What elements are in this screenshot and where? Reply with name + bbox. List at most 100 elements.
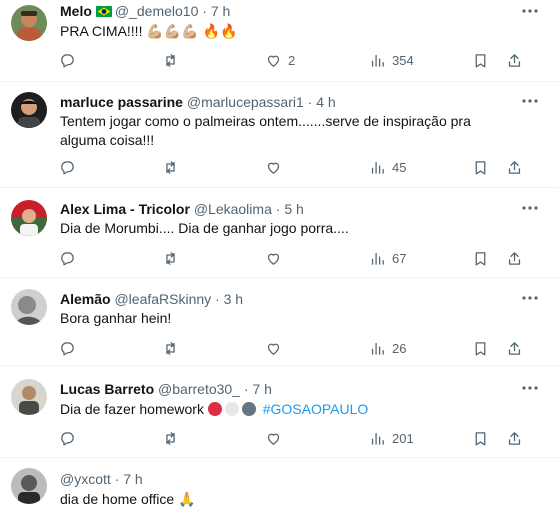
tweet-header: @yxcott · 7 h: [60, 471, 143, 488]
bookmark-button[interactable]: [472, 248, 489, 268]
views-button[interactable]: 45: [369, 157, 406, 177]
tweet[interactable]: @yxcott · 7 h dia de home office 🙏: [0, 458, 558, 510]
like-button[interactable]: [265, 248, 288, 268]
views-button[interactable]: 201: [369, 428, 414, 448]
display-name[interactable]: Melo: [60, 3, 92, 19]
views-count: 354: [392, 52, 414, 68]
reply-button[interactable]: [59, 157, 82, 177]
hashtag-link[interactable]: #GOSAOPAULO: [263, 401, 369, 417]
share-icon: [508, 341, 521, 355]
action-bar: 201: [55, 428, 535, 448]
share-icon: [508, 53, 521, 67]
more-icon[interactable]: [520, 4, 540, 18]
action-bar: 45: [55, 157, 535, 177]
brazil-flag-icon: [95, 4, 112, 21]
reply-button[interactable]: [59, 428, 82, 448]
views-count: 26: [392, 340, 407, 356]
display-name[interactable]: Alemão: [60, 291, 111, 307]
reply-button[interactable]: [59, 248, 82, 268]
tweet-header: Alemão @leafaRSkinny · 3 h: [60, 291, 243, 308]
share-button[interactable]: [506, 50, 523, 70]
views-button[interactable]: 354: [369, 50, 414, 70]
action-bar: 2 354: [55, 50, 535, 70]
tweet[interactable]: Alex Lima - Tricolor @Lekaolima · 5 h Di…: [0, 188, 558, 278]
retweet-button[interactable]: [162, 338, 185, 358]
black-circle-emoji: [241, 402, 256, 416]
tweet[interactable]: marluce passarine @marlucepassari1 · 4 h…: [0, 82, 558, 188]
bookmark-button[interactable]: [472, 338, 489, 358]
avatar[interactable]: [11, 379, 47, 415]
timestamp[interactable]: 4 h: [316, 94, 335, 110]
tweet-text: PRA CIMA!!!! 💪🏼💪🏼💪🏼 🔥🔥: [60, 23, 238, 39]
white-circle-emoji: [224, 402, 239, 416]
views-button[interactable]: 26: [369, 338, 406, 358]
like-button[interactable]: [265, 428, 288, 448]
more-icon[interactable]: [520, 291, 540, 305]
views-count: 201: [392, 430, 414, 446]
retweet-icon: [166, 160, 175, 174]
timestamp[interactable]: 3 h: [224, 291, 243, 307]
retweet-button[interactable]: [162, 157, 185, 177]
separator: ·: [202, 3, 207, 19]
reply-icon: [61, 251, 74, 266]
handle[interactable]: @barreto30_: [158, 381, 240, 397]
like-button[interactable]: [265, 338, 288, 358]
separator: ·: [114, 471, 120, 487]
bookmark-button[interactable]: [472, 50, 489, 70]
timestamp[interactable]: 5 h: [284, 201, 303, 217]
avatar[interactable]: [11, 200, 47, 236]
share-icon: [508, 251, 521, 265]
reply-button[interactable]: [59, 50, 82, 70]
tweet-text: Bora ganhar hein!: [60, 310, 172, 326]
views-button[interactable]: 67: [369, 248, 406, 268]
tweet-text-body: Dia de fazer homework: [60, 401, 204, 417]
like-button[interactable]: 2: [265, 50, 295, 70]
avatar[interactable]: [11, 92, 47, 128]
display-name[interactable]: Alex Lima - Tricolor: [60, 201, 190, 217]
views-icon: [371, 161, 384, 174]
reply-button[interactable]: [59, 338, 82, 358]
reply-icon: [61, 160, 74, 175]
timestamp[interactable]: 7 h: [123, 471, 142, 487]
display-name[interactable]: marluce passarine: [60, 94, 183, 110]
separator: ·: [243, 381, 249, 397]
bookmark-icon: [475, 341, 486, 356]
views-icon: [371, 54, 384, 67]
reply-icon: [61, 431, 74, 446]
reply-icon: [61, 341, 74, 356]
tweet[interactable]: Melo @_demelo10 · 7 h PRA CIMA!!!! 💪🏼💪🏼💪🏼…: [0, 0, 558, 82]
red-circle-emoji: [207, 402, 222, 416]
bookmark-icon: [475, 251, 486, 266]
bookmark-button[interactable]: [472, 428, 489, 448]
tweet[interactable]: Alemão @leafaRSkinny · 3 h Bora ganhar h…: [0, 278, 558, 366]
bookmark-icon: [475, 53, 486, 68]
share-button[interactable]: [506, 338, 523, 358]
like-button[interactable]: [265, 157, 288, 177]
share-button[interactable]: [506, 428, 523, 448]
retweet-button[interactable]: [162, 50, 185, 70]
tweet[interactable]: Lucas Barreto @barreto30_ · 7 h Dia de f…: [0, 366, 558, 458]
more-icon[interactable]: [520, 201, 540, 215]
bookmark-icon: [475, 160, 486, 175]
timestamp[interactable]: 7 h: [252, 381, 271, 397]
more-icon[interactable]: [520, 94, 540, 108]
more-icon[interactable]: [520, 381, 540, 395]
share-button[interactable]: [506, 157, 523, 177]
display-name[interactable]: Lucas Barreto: [60, 381, 154, 397]
handle[interactable]: @yxcott: [60, 471, 111, 487]
views-icon: [371, 252, 384, 265]
handle[interactable]: @Lekaolima: [194, 201, 272, 217]
share-button[interactable]: [506, 248, 523, 268]
separator: ·: [215, 291, 220, 307]
retweet-button[interactable]: [162, 428, 185, 448]
avatar[interactable]: [11, 5, 47, 41]
handle[interactable]: @leafaRSkinny: [114, 291, 211, 307]
handle[interactable]: @_demelo10: [115, 3, 199, 19]
avatar[interactable]: [11, 468, 47, 504]
avatar[interactable]: [11, 289, 47, 325]
tweet-header: Melo @_demelo10 · 7 h: [60, 3, 230, 21]
bookmark-button[interactable]: [472, 157, 489, 177]
handle[interactable]: @marlucepassari1: [187, 94, 304, 110]
timestamp[interactable]: 7 h: [211, 3, 230, 19]
retweet-button[interactable]: [162, 248, 185, 268]
